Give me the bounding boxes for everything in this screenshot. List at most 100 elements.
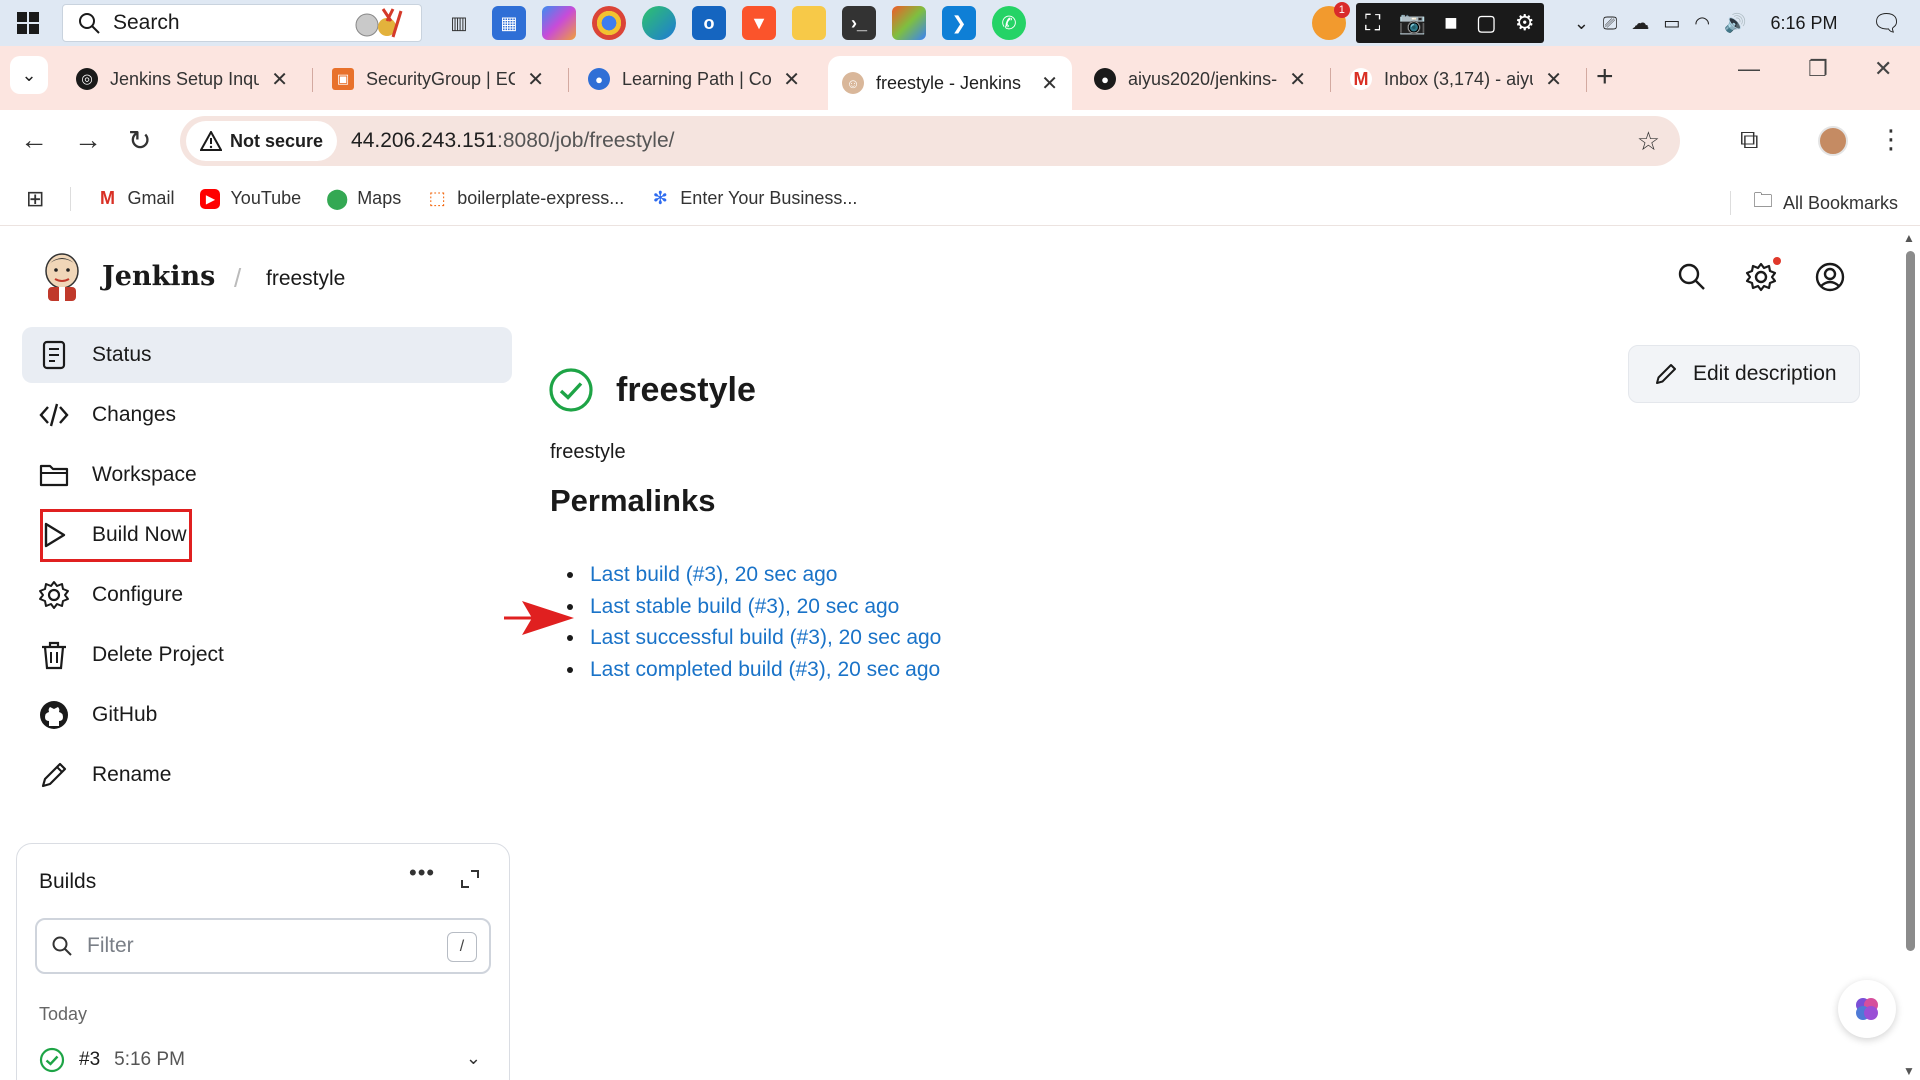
camera-icon[interactable]: 📷	[1399, 10, 1426, 36]
vscode-icon[interactable]: ❯	[942, 6, 976, 40]
builds-title: Builds	[39, 870, 97, 893]
terminal-icon[interactable]: ›_	[842, 6, 876, 40]
close-icon[interactable]: ✕	[1041, 71, 1058, 96]
close-window-icon[interactable]: ✕	[1874, 56, 1892, 82]
builds-filter-input[interactable]: Filter /	[35, 918, 491, 974]
extensions-icon[interactable]: ⧉	[1740, 124, 1759, 156]
meet-icon[interactable]: ⎚	[1603, 13, 1617, 34]
back-icon[interactable]: ←	[20, 124, 48, 156]
window-capture-icon[interactable]: ▢	[1476, 10, 1497, 36]
sidebar-item-changes[interactable]: Changes	[22, 387, 512, 443]
permalink-last-successful-build[interactable]: Last successful build (#3), 20 sec ago	[590, 626, 941, 649]
sidebar-item-delete-project[interactable]: Delete Project	[22, 627, 512, 683]
page-scrollbar[interactable]: ▲ ▼	[1900, 227, 1920, 1080]
manage-jenkins-gear-icon[interactable]	[1745, 261, 1777, 293]
tab-search-button[interactable]: ⌄	[10, 56, 48, 94]
tab-github-repo[interactable]: ● aiyus2020/jenkins- ✕	[1080, 56, 1320, 102]
bookmark-maps[interactable]: ⬤ Maps	[326, 188, 401, 210]
close-icon[interactable]: ✕	[1545, 67, 1562, 92]
clock[interactable]: 6:16 PM	[1770, 13, 1837, 34]
restore-icon[interactable]: ❐	[1808, 56, 1828, 82]
copilot-icon[interactable]	[542, 6, 576, 40]
close-icon[interactable]: ✕	[271, 67, 288, 92]
list-item: Last build (#3), 20 sec ago	[586, 559, 941, 591]
close-icon[interactable]: ✕	[1289, 67, 1306, 92]
capture-settings-icon[interactable]: ⚙	[1515, 10, 1535, 36]
brave-icon[interactable]: ▼	[742, 6, 776, 40]
task-view-icon[interactable]: ▥	[442, 6, 476, 40]
new-tab-button[interactable]: +	[1596, 60, 1614, 94]
edge-icon[interactable]	[642, 6, 676, 40]
sidebar-item-status[interactable]: Status	[22, 327, 512, 383]
close-icon[interactable]: ✕	[527, 67, 544, 92]
sidebar-item-workspace[interactable]: Workspace	[22, 447, 512, 503]
aws-icon: ▣	[332, 68, 354, 90]
chrome-icon[interactable]	[592, 6, 626, 40]
scroll-up-icon[interactable]: ▲	[1903, 231, 1915, 245]
minimize-icon[interactable]: —	[1738, 56, 1760, 82]
bookmark-business[interactable]: ✻ Enter Your Business...	[650, 188, 858, 209]
permalink-last-build[interactable]: Last build (#3), 20 sec ago	[590, 563, 838, 586]
more-options-icon[interactable]: •••	[409, 860, 435, 886]
scroll-thumb[interactable]	[1906, 251, 1915, 951]
volume-icon[interactable]: 🔊	[1724, 13, 1746, 34]
tab-gmail-inbox[interactable]: M Inbox (3,174) - aiyu ✕	[1336, 56, 1576, 102]
profile-avatar[interactable]	[1818, 126, 1848, 156]
capture-toolbar: ⛶ 📷 ■ ▢ ⚙	[1355, 3, 1544, 43]
url-text[interactable]: 44.206.243.151:8080/job/freestyle/	[351, 129, 674, 153]
chevron-down-icon[interactable]: ⌄	[466, 1048, 481, 1069]
permalink-last-completed-build[interactable]: Last completed build (#3), 20 sec ago	[590, 658, 940, 681]
address-bar[interactable]: Not secure 44.206.243.151:8080/job/frees…	[180, 116, 1680, 166]
tab-jenkins-setup[interactable]: ◎ Jenkins Setup Inqu ✕	[62, 56, 302, 102]
browser-menu-icon[interactable]: ⋮	[1878, 124, 1904, 155]
store-icon[interactable]: ▦	[492, 6, 526, 40]
chevron-up-icon[interactable]: ⌄	[1574, 13, 1589, 34]
assistant-bubble-button[interactable]	[1838, 980, 1896, 1038]
notification-app-icon[interactable]: 1	[1311, 2, 1350, 40]
whatsapp-icon[interactable]: ✆	[992, 6, 1026, 40]
battery-icon[interactable]: ▭	[1663, 13, 1680, 34]
build-number[interactable]: #3	[79, 1049, 100, 1071]
site-security-chip[interactable]: Not secure	[186, 121, 338, 161]
expand-icon[interactable]	[459, 868, 481, 890]
tab-learning-path[interactable]: ● Learning Path | Col ✕	[574, 56, 814, 102]
snip-icon[interactable]: ⛶	[1365, 10, 1380, 36]
jenkins-logo-icon[interactable]	[40, 251, 84, 301]
forward-icon[interactable]: →	[74, 124, 102, 156]
edit-description-button[interactable]: Edit description	[1628, 345, 1860, 403]
all-bookmarks-button[interactable]: 🗀 All Bookmarks	[1729, 186, 1898, 220]
bookmark-gmail[interactable]: M Gmail	[97, 188, 175, 209]
sidebar-item-rename[interactable]: Rename	[22, 747, 512, 803]
sidebar-item-github[interactable]: GitHub	[22, 687, 512, 743]
sidebar-item-configure[interactable]: Configure	[22, 567, 512, 623]
sidebar-item-build-now[interactable]: Build Now	[22, 507, 512, 563]
permalink-last-stable-build[interactable]: Last stable build (#3), 20 sec ago	[590, 595, 899, 618]
scroll-down-icon[interactable]: ▼	[1903, 1064, 1915, 1078]
apps-grid-icon[interactable]: ⊞	[26, 186, 44, 212]
bookmark-star-icon[interactable]: ☆	[1637, 126, 1660, 157]
windows-start-button[interactable]	[0, 0, 56, 46]
app-generic-icon[interactable]	[892, 6, 926, 40]
taskbar-search-box[interactable]: Search	[62, 4, 422, 42]
outlook-icon[interactable]: o	[692, 6, 726, 40]
tab-security-group[interactable]: ▣ SecurityGroup | EC ✕	[318, 56, 558, 102]
search-icon[interactable]	[1676, 261, 1708, 293]
reload-icon[interactable]: ↻	[128, 124, 151, 157]
close-icon[interactable]: ✕	[783, 67, 800, 92]
pencil-icon	[1656, 364, 1676, 384]
chatgpt-icon: ◎	[76, 68, 98, 90]
jenkins-brand[interactable]: Jenkins	[102, 261, 215, 292]
notifications-icon[interactable]: 🗨	[1872, 9, 1902, 38]
onedrive-icon[interactable]: ☁	[1631, 13, 1649, 34]
bookmark-youtube[interactable]: ▶ YouTube	[200, 188, 301, 209]
wifi-icon[interactable]: ◠	[1694, 13, 1710, 34]
bookmark-label: Gmail	[127, 188, 175, 208]
file-explorer-icon[interactable]	[792, 6, 826, 40]
breadcrumb[interactable]: freestyle	[266, 267, 345, 291]
user-account-icon[interactable]	[1814, 261, 1846, 293]
tab-freestyle-jenkins[interactable]: ☺ freestyle - Jenkins ✕	[828, 56, 1072, 110]
success-status-icon	[549, 368, 593, 412]
build-row[interactable]: #3 5:16 PM ⌄	[39, 1040, 487, 1080]
video-icon[interactable]: ■	[1444, 10, 1457, 36]
bookmark-boilerplate[interactable]: ⬚ boilerplate-express...	[427, 188, 625, 209]
